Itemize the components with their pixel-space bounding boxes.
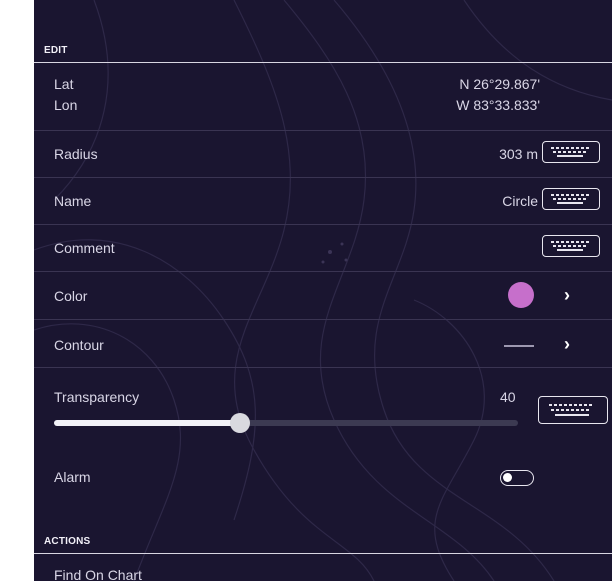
comment-label: Comment xyxy=(54,240,115,256)
contour-line-preview xyxy=(504,345,534,347)
find-on-chart-label: Find On Chart xyxy=(54,567,142,581)
slider-thumb[interactable] xyxy=(229,413,250,433)
contour-label: Contour xyxy=(54,337,104,353)
transparency-keyboard-button[interactable] xyxy=(538,396,608,424)
lat-label: Lat xyxy=(54,76,74,92)
keyboard-icon xyxy=(549,404,592,416)
color-swatch xyxy=(508,282,534,308)
name-value: Circle xyxy=(502,193,538,209)
transparency-label: Transparency xyxy=(54,389,140,405)
radius-value: 303 m xyxy=(499,146,538,162)
lon-value: W 83°33.833' xyxy=(456,97,540,113)
find-on-chart-row[interactable]: Find On Chart xyxy=(34,555,612,581)
actions-section-header: ACTIONS xyxy=(34,528,612,554)
edit-panel: EDIT Lat N 26°29.867' Lon W 83°33.833' R… xyxy=(34,0,612,581)
color-label: Color xyxy=(54,288,88,304)
radius-row[interactable]: Radius 303 m xyxy=(34,130,612,178)
transparency-slider[interactable] xyxy=(54,413,518,433)
comment-keyboard-button[interactable] xyxy=(542,235,600,257)
name-keyboard-button[interactable] xyxy=(542,188,600,210)
name-row[interactable]: Name Circle xyxy=(34,177,612,225)
chevron-right-icon: › xyxy=(564,285,570,305)
actions-header-label: ACTIONS xyxy=(44,536,91,547)
radius-label: Radius xyxy=(54,146,98,162)
keyboard-icon xyxy=(551,241,589,251)
radius-keyboard-button[interactable] xyxy=(542,141,600,163)
chevron-right-icon: › xyxy=(564,334,570,354)
slider-fill xyxy=(54,420,240,426)
lon-label: Lon xyxy=(54,97,78,113)
edit-header-label: EDIT xyxy=(44,45,68,56)
toggle-knob xyxy=(503,473,512,482)
alarm-label: Alarm xyxy=(54,469,91,485)
keyboard-icon xyxy=(551,194,589,204)
name-label: Name xyxy=(54,193,92,209)
keyboard-icon xyxy=(551,147,589,157)
lat-value: N 26°29.867' xyxy=(459,76,540,92)
contour-row[interactable]: Contour › xyxy=(34,319,612,368)
position-row[interactable]: Lat N 26°29.867' Lon W 83°33.833' xyxy=(34,64,612,131)
comment-row[interactable]: Comment xyxy=(34,224,612,272)
color-row[interactable]: Color › xyxy=(34,271,612,320)
edit-section-header: EDIT xyxy=(34,37,612,63)
alarm-toggle[interactable] xyxy=(500,470,534,486)
transparency-value: 40 xyxy=(500,389,516,405)
